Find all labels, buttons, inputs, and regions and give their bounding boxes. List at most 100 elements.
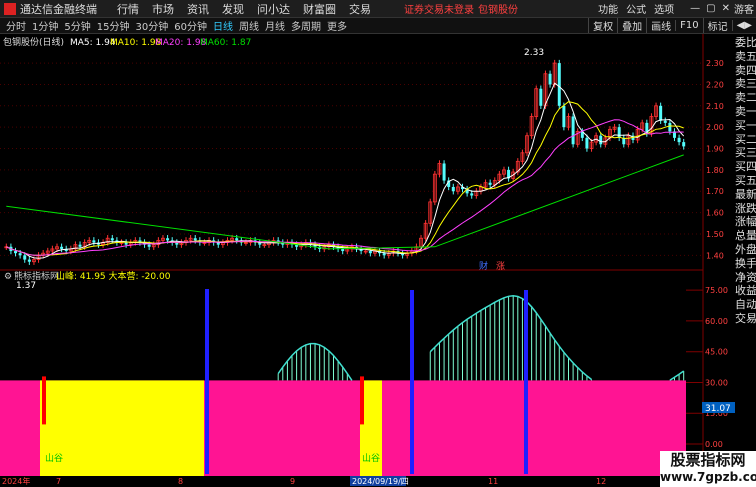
indicator-tick-3: 30.00 (705, 378, 728, 387)
overlay-button[interactable]: 叠加 (617, 18, 646, 33)
side-label-16: 换手 (735, 256, 756, 270)
side-label-5: 卖一 (735, 104, 756, 118)
menu-trade[interactable]: 交易 (349, 1, 371, 17)
zone-label-valley-1: 山谷 (45, 453, 63, 464)
candle-body-126 (585, 137, 589, 149)
price-tick-6: 1.70 (706, 187, 724, 196)
menu-discover[interactable]: 发现 (222, 1, 244, 17)
candle-body-23 (110, 238, 114, 241)
indicator-settings-icon[interactable]: ⚙ (4, 272, 12, 282)
price-tick-3: 2.00 (706, 123, 724, 132)
candle-body-19 (92, 240, 96, 243)
candle-body-129 (599, 135, 603, 145)
window-close-icon[interactable]: ✕ (722, 3, 730, 14)
candle-body-16 (78, 244, 82, 247)
menu-formula[interactable]: 公式 (626, 1, 646, 16)
side-label-15: 外盘 (735, 242, 756, 256)
side-label-2: 卖四 (735, 63, 756, 77)
f10-button[interactable]: F10 (675, 20, 702, 31)
tab-period-2[interactable]: 1分钟 (32, 18, 58, 33)
quote-side-panel: 委比 卖五 卖四 卖三 卖二 卖一 买一 买二 买三 买四 买五 最新 涨跌 涨幅 总量 外盘 换手 净资 收益 自动… (735, 36, 756, 326)
tab-period-3[interactable]: 5分钟 (64, 18, 90, 33)
indicator-tick-2: 45.00 (705, 348, 728, 357)
guest-login[interactable]: 游客 (734, 1, 754, 16)
price-tick-4: 1.90 (706, 145, 724, 154)
side-label-3: 卖三 (735, 77, 756, 91)
window-minimize-icon[interactable]: — (690, 3, 700, 14)
ma10-line (6, 101, 684, 256)
candle-body-147 (682, 142, 686, 147)
signal-blue-1 (410, 290, 414, 474)
price-tick-8: 1.50 (706, 230, 724, 239)
tab-period-1[interactable]: 分时 (6, 18, 26, 33)
side-label-4: 卖二 (735, 91, 756, 105)
menu-market[interactable]: 行情 (117, 1, 139, 17)
date-tick-5: 11 (488, 477, 498, 486)
menu-ask[interactable]: 问小达 (257, 1, 290, 17)
candle-body-97 (451, 186, 455, 192)
candle-body-5 (27, 259, 31, 262)
side-label-6: 买一 (735, 118, 756, 132)
date-tick-6: 12 (596, 477, 606, 486)
price-tick-2: 2.10 (706, 102, 724, 111)
side-label-19[interactable]: 自动 (735, 298, 756, 312)
period-toolbar: 分时 1分钟 5分钟 15分钟 30分钟 60分钟 日线 周线 月线 多周期 更… (0, 18, 756, 34)
menu-news[interactable]: 资讯 (187, 1, 209, 17)
watermark-title: 股票指标网 (670, 451, 746, 469)
candle-body-121 (562, 105, 566, 128)
restore-rights-button[interactable]: 复权 (588, 18, 617, 33)
ma10-legend: MA10: 1.98 (110, 38, 162, 48)
candle-body-2 (14, 251, 18, 254)
tab-period-monthly[interactable]: 月线 (265, 18, 285, 33)
side-label-9: 买四 (735, 160, 756, 174)
date-tick-1: 7 (56, 477, 61, 486)
tab-period-daily[interactable]: 日线 (213, 18, 233, 33)
menu-market2[interactable]: 市场 (152, 1, 174, 17)
low-price-label: 1.37 (16, 281, 36, 291)
menu-functions[interactable]: 功能 (598, 1, 618, 16)
indicator-tick-1: 60.00 (705, 317, 728, 326)
event-marker-rise[interactable]: 涨 (496, 261, 505, 272)
price-axis: 2.30 2.20 2.10 2.00 1.90 1.80 1.70 1.60 1.50 1.40 (706, 59, 724, 260)
candle-body-101 (470, 193, 474, 196)
candle-body-50 (235, 238, 239, 241)
moving-average-lines (6, 82, 685, 259)
high-price-label: 2.33 (524, 48, 544, 58)
side-label-20[interactable]: 交易 (735, 312, 756, 326)
mark-button[interactable]: 标记 (702, 18, 732, 33)
side-label-17: 净资 (735, 270, 756, 284)
candle-body-146 (677, 137, 681, 143)
signal-blue-0 (205, 289, 209, 474)
price-tick-9: 1.40 (706, 251, 724, 260)
tab-period-5[interactable]: 30分钟 (135, 18, 168, 33)
draw-button[interactable]: 画线 (646, 18, 675, 33)
indicator-axis: 75.0060.0045.0030.0015.000.00 (686, 286, 728, 449)
nav-arrows-icon[interactable]: ◀▶ (731, 20, 756, 31)
zone-label-valley-2: 山谷 (362, 453, 380, 464)
signal-red-2 (360, 376, 364, 425)
date-tick-0: 2024年 (2, 476, 30, 486)
menu-options[interactable]: 选项 (654, 1, 674, 16)
menu-fortune[interactable]: 财富圈 (303, 1, 336, 17)
stock-legend: 包钢股份(日线) (3, 36, 64, 48)
tab-period-more[interactable]: 更多 (327, 18, 347, 33)
tab-period-multi[interactable]: 多周期 (291, 18, 321, 33)
candle-body-95 (442, 163, 446, 181)
price-tick-1: 2.20 (706, 80, 724, 89)
event-marker-finance[interactable]: 财 (479, 260, 488, 272)
tab-period-6[interactable]: 60分钟 (174, 18, 207, 33)
tab-period-weekly[interactable]: 周线 (239, 18, 259, 33)
side-label-7: 买二 (735, 132, 756, 146)
indicator-values: 山峰: 41.95 大本营: -20.00 (56, 270, 171, 282)
login-warning[interactable]: 证券交易未登录 (404, 1, 474, 16)
tab-period-4[interactable]: 15分钟 (97, 18, 130, 33)
candle-body-35 (166, 238, 170, 241)
candle-body-133 (617, 127, 621, 138)
stock-name-link[interactable]: 包钢股份 (478, 1, 518, 16)
candle-body-120 (557, 63, 561, 106)
side-label-10: 买五 (735, 173, 756, 187)
side-label-8: 买三 (735, 146, 756, 160)
chart-area[interactable]: 2.30 2.20 2.10 2.00 1.90 1.80 1.70 1.60 1.50 1.40… (0, 34, 735, 487)
window-maximize-icon[interactable]: ▢ (706, 3, 715, 14)
price-tick-7: 1.60 (706, 209, 724, 218)
